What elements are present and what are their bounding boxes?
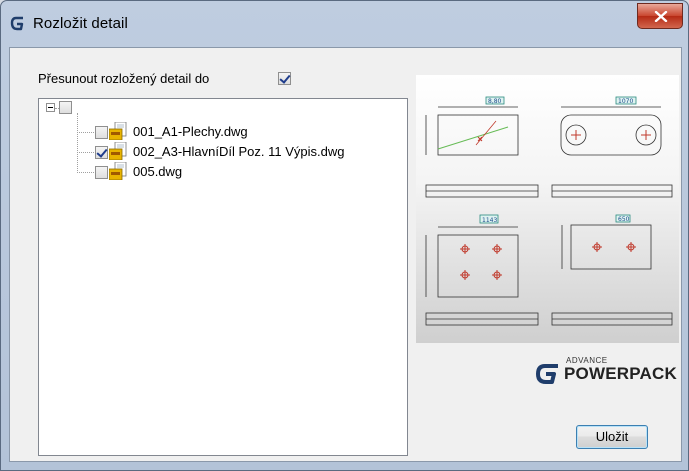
dialog-window: Rozložit detail Přesunout rozložený deta… — [0, 0, 689, 471]
powerpack-logo: ADVANCE POWERPACK — [530, 356, 680, 390]
collapse-icon[interactable] — [46, 103, 55, 112]
file-tree[interactable]: 001_A1-Plechy.dwg 002_A3-HlavníDíl Poz. … — [38, 98, 408, 456]
title-bar[interactable]: Rozložit detail — [1, 1, 688, 47]
tree-line — [77, 172, 94, 173]
move-target-label: Přesunout rozložený detail do — [38, 71, 210, 86]
dialog-content: Přesunout rozložený detail do 001_A1-Ple… — [9, 47, 682, 462]
logo-main-text: POWERPACK — [564, 364, 677, 383]
tree-line — [77, 152, 94, 153]
tree-item-checkbox[interactable] — [95, 146, 108, 159]
close-icon — [654, 11, 668, 22]
tree-item-checkbox[interactable] — [95, 126, 108, 139]
preview-callout: 1070 — [618, 98, 633, 105]
preview-part-outline — [570, 224, 652, 270]
preview-callout: 650 — [618, 216, 630, 223]
tree-item-label[interactable]: 005.dwg — [133, 164, 182, 179]
tree-item-checkbox[interactable] — [95, 166, 108, 179]
logo-g-icon — [536, 364, 558, 384]
preview-callout: 8,80 — [488, 98, 502, 105]
dwg-file-icon — [109, 162, 127, 180]
tree-item-label[interactable]: 001_A1-Plechy.dwg — [133, 124, 248, 139]
window-title: Rozložit detail — [33, 15, 128, 32]
preview-callout: 1143 — [482, 217, 497, 224]
dwg-file-icon — [109, 142, 127, 160]
tree-line — [77, 113, 78, 173]
drawing-preview: 8,80 1070 1143 650 — [416, 75, 679, 343]
tree-item-label[interactable]: 002_A3-HlavníDíl Poz. 11 Výpis.dwg — [133, 144, 344, 159]
close-button[interactable] — [637, 3, 683, 29]
tree-root-checkbox[interactable] — [59, 101, 72, 114]
tree-line — [77, 132, 94, 133]
preview-part-outline — [437, 234, 519, 298]
app-logo-icon — [10, 16, 24, 31]
save-button[interactable]: Uložit — [576, 425, 648, 449]
dwg-file-icon — [109, 122, 127, 140]
preview-part-outline — [437, 114, 519, 156]
tree-line — [55, 108, 59, 109]
move-target-checkbox[interactable] — [278, 72, 291, 85]
